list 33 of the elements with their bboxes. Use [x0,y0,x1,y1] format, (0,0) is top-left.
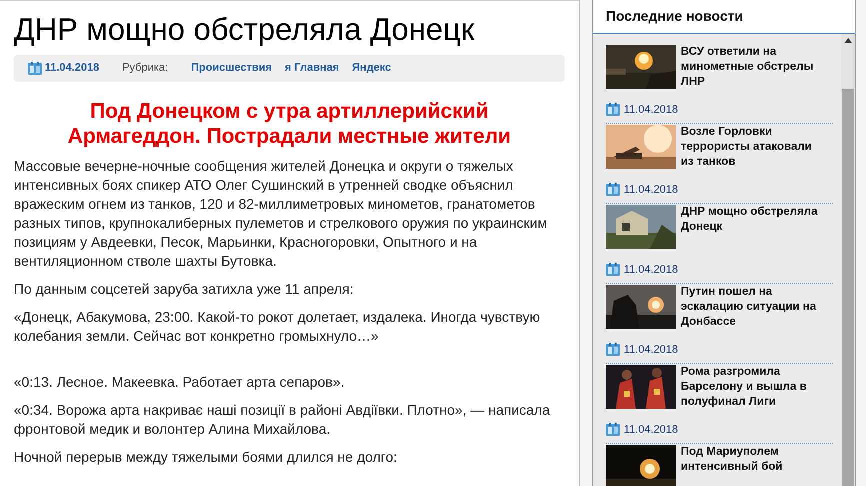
news-link[interactable]: ДНР мощно обстреляла Донецк [681,205,823,249]
rubric-link[interactable]: я Главная [285,60,340,77]
news-link[interactable]: Путин пошел на эскалацию ситуации на Донбассе [681,285,823,330]
calendar-icon [606,423,620,436]
rubric-link[interactable]: Происшествия [191,60,272,77]
scroll-up-icon[interactable] [844,38,852,43]
article-paragraph: По данным соцсетей заруба затихла уже 11 апреля: [14,280,355,299]
article-paragraph: «0:13. Лесное. Макеевка. Работает арта сепаров». [14,373,346,392]
news-link[interactable]: ВСУ ответили на минометные обстрелы ЛНР [681,45,823,90]
news-link[interactable]: Рома разгромила Барселону и вышла в полуфинал Лиги [681,365,823,410]
news-date: 11.04.2018 [624,102,678,118]
article-title: ДНР мощно обстреляла Донецк [14,11,476,49]
article-paragraph: Ночной перерыв между тяжелыми боями длился не долго: [14,448,398,467]
scroll-thumb[interactable] [842,89,854,486]
calendar-icon [606,103,620,116]
news-link[interactable]: Возле Горловки террористы атаковали из танков [681,125,823,170]
calendar-icon [28,62,42,75]
news-date: 11.04.2018 [624,422,678,438]
scrollbar[interactable] [841,34,855,486]
article-headline: Под Донецком с утра артиллерийский Армагеддон. Пострадали местные жители [66,99,512,149]
article-paragraph: Массовые вечерне-ночные сообщения жителей Донецка и округи о тяжелых интенсивных боях спикер АТО Олег Сушинский в утренней сводке объяснил вражеским огнем из танков, 120 и 82-миллиметровых минометов, гранатометов разных типов, крупнокалиберных пулеметов и стрелкового оружия по украинским позициям у Авдеевки, Песок, Марьинки, Красногоровки, Опытного и на вентиляционном стволе шахты Бутовка. [14,157,548,271]
rubric-label: Рубрика: [122,61,168,76]
news-date: 11.04.2018 [624,262,678,278]
article-date: 11.04.2018 [45,61,100,76]
news-date: 11.04.2018 [624,182,678,198]
article-paragraph: «0:34. Ворожа арта накриває наші позиції в районі Авдіївки. Плотно», — написала фронтовой медик и волонтер Алина Михайлова. [14,401,552,439]
news-date: 11.04.2018 [624,342,678,358]
calendar-icon [606,183,620,196]
rubric-link[interactable]: Яндекс [352,60,392,77]
calendar-icon [606,263,620,276]
article-paragraph: «Донецк, Абакумова, 23:00. Какой-то рокот долетает, издалека. Иногда чувствую колебания земли. Сейчас вот конкретно громыхнуло…» [14,308,542,346]
calendar-icon [606,343,620,356]
news-link[interactable]: Под Мариуполем интенсивный бой [681,445,823,486]
